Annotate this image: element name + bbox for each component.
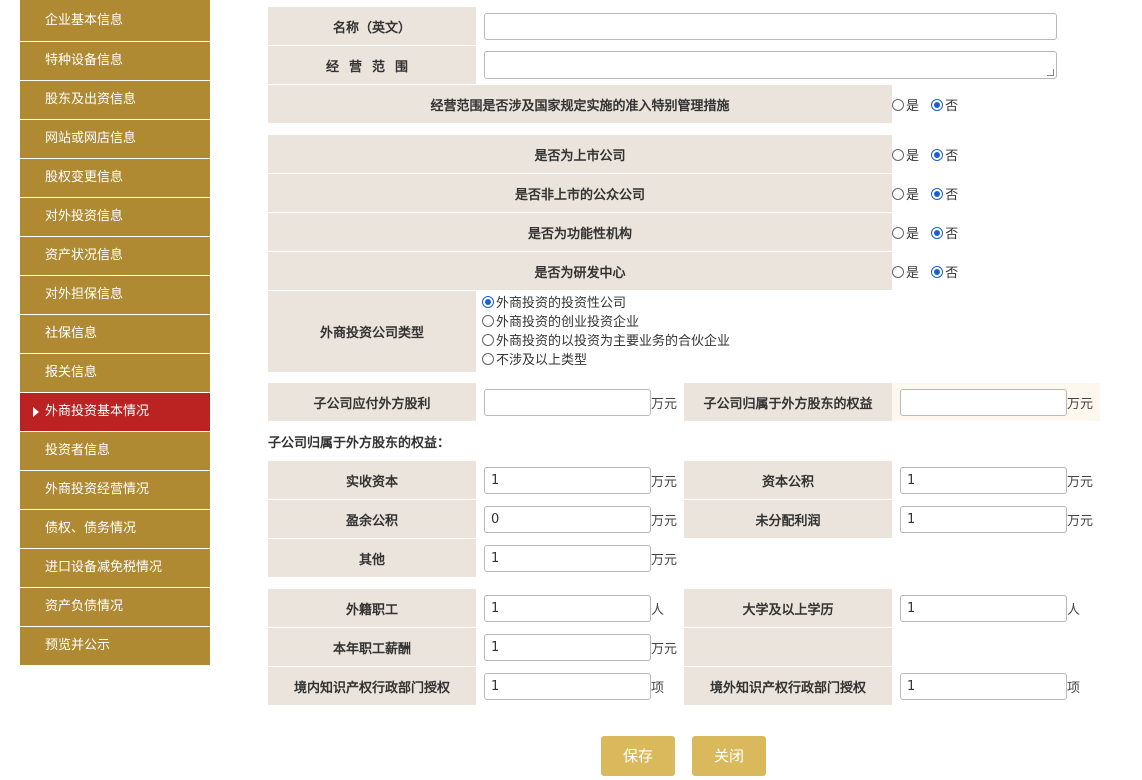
sidebar-item-label: 网站或网店信息 <box>45 131 137 146</box>
sidebar-item-label: 外商投资经营情况 <box>45 482 150 497</box>
salary-label: 本年职工薪酬 <box>268 627 476 667</box>
company-type-label: 外商投资公司类型 <box>268 290 476 373</box>
sidebar-item[interactable]: 报关信息 <box>20 354 210 392</box>
sidebar-item-label: 进口设备减免税情况 <box>45 560 163 575</box>
radio-option-selected[interactable] <box>482 295 494 308</box>
salary-input[interactable] <box>484 633 651 661</box>
surplus-reserve-input[interactable] <box>484 505 651 533</box>
radio-no-selected[interactable] <box>931 226 944 239</box>
sidebar-item[interactable]: 网站或网店信息 <box>20 120 210 158</box>
scope-label: 经营范围 <box>268 45 476 85</box>
listed-radio-group[interactable]: 是 否 <box>892 134 1101 174</box>
public-non-listed-label: 是否非上市的公众公司 <box>268 173 893 213</box>
sidebar-item[interactable]: 外商投资经营情况 <box>20 471 210 509</box>
other-input[interactable] <box>484 544 651 572</box>
foreign-staff-label: 外籍职工 <box>268 588 476 628</box>
sidebar-item-label: 股权变更信息 <box>45 170 124 185</box>
radio-no-selected[interactable] <box>931 98 944 111</box>
sidebar-item-label: 资产负债情况 <box>45 599 124 614</box>
sidebar-item-label: 企业基本信息 <box>45 13 124 28</box>
rnd-center-radio-group[interactable]: 是 否 <box>892 251 1101 291</box>
radio-no-selected[interactable] <box>931 265 944 278</box>
sidebar-item[interactable]: 资产状况信息 <box>20 237 210 275</box>
sub-dividend-label: 子公司应付外方股利 <box>268 382 476 422</box>
sidebar-item[interactable]: 对外担保信息 <box>20 276 210 314</box>
capital-reserve-label: 资本公积 <box>684 460 892 500</box>
radio-yes[interactable] <box>892 187 905 200</box>
paid-capital-label: 实收资本 <box>268 460 476 500</box>
listed-label: 是否为上市公司 <box>268 134 893 174</box>
radio-yes[interactable] <box>892 226 905 239</box>
foreign-staff-input[interactable] <box>484 594 651 622</box>
sidebar-item-label: 资产状况信息 <box>45 248 124 263</box>
sub-equity-label: 子公司归属于外方股东的权益 <box>684 382 892 422</box>
sidebar-nav: 企业基本信息 特种设备信息 股东及出资信息 网站或网店信息 股权变更信息 对外投资信息 资产… <box>20 0 210 666</box>
sidebar-item-label: 投资者信息 <box>45 443 111 458</box>
company-status-table: 是否为上市公司 是 否 是否非上市的公众公司 是 否 是否为功能性机构 是 否 … <box>268 134 1101 373</box>
resize-handle-icon[interactable] <box>1047 69 1054 76</box>
ip-foreign-label: 境外知识产权行政部门授权 <box>684 666 892 706</box>
radio-yes[interactable] <box>892 265 905 278</box>
surplus-reserve-label: 盈余公积 <box>268 499 476 539</box>
sidebar-item-label: 预览并公示 <box>45 638 111 653</box>
subsidiary-equity-table: 子公司应付外方股利 万元 子公司归属于外方股东的权益 万元 子公司归属于外方股东… <box>268 382 1100 578</box>
save-button[interactable]: 保存 <box>601 736 675 776</box>
college-staff-input[interactable] <box>900 594 1067 622</box>
basic-info-table: 名称（英文） 经营范围 经营范围是否涉及国家规定实施的准入特别管理措施 是 否 <box>268 6 1101 124</box>
special-measures-radio-group[interactable]: 是 否 <box>892 84 1101 124</box>
name-en-label: 名称（英文） <box>268 6 476 46</box>
radio-yes[interactable] <box>892 148 905 161</box>
sidebar-item[interactable]: 预览并公示 <box>20 627 210 665</box>
public-non-listed-radio-group[interactable]: 是 否 <box>892 173 1101 213</box>
sidebar-item[interactable]: 社保信息 <box>20 315 210 353</box>
sub-dividend-input[interactable] <box>484 388 651 416</box>
sub-equity-input[interactable] <box>900 388 1067 416</box>
sidebar-item-label: 对外担保信息 <box>45 287 124 302</box>
ip-domestic-label: 境内知识产权行政部门授权 <box>268 666 476 706</box>
functional-radio-group[interactable]: 是 否 <box>892 212 1101 252</box>
functional-label: 是否为功能性机构 <box>268 212 893 252</box>
radio-option[interactable] <box>482 314 494 327</box>
sidebar-item-label: 报关信息 <box>45 365 98 380</box>
sidebar-item-label: 特种设备信息 <box>45 53 124 68</box>
caret-right-icon <box>33 407 39 417</box>
rnd-center-label: 是否为研发中心 <box>268 251 893 291</box>
radio-no-selected[interactable] <box>931 187 944 200</box>
special-measures-label: 经营范围是否涉及国家规定实施的准入特别管理措施 <box>268 84 892 124</box>
sidebar-item-label: 外商投资基本情况 <box>45 404 150 419</box>
sidebar-item[interactable]: 进口设备减免税情况 <box>20 549 210 587</box>
ip-domestic-input[interactable] <box>484 672 651 700</box>
close-button[interactable]: 关闭 <box>692 736 766 776</box>
ip-foreign-input[interactable] <box>900 672 1067 700</box>
sidebar-item-label: 股东及出资信息 <box>45 92 137 107</box>
sidebar-item[interactable]: 资产负债情况 <box>20 588 210 626</box>
sidebar-item[interactable]: 对外投资信息 <box>20 198 210 236</box>
sidebar-item-label: 社保信息 <box>45 326 98 341</box>
staff-ip-table: 外籍职工 人 大学及以上学历 人 本年职工薪酬 万元 境内知识产权行政部门授权 … <box>268 588 1100 706</box>
other-label: 其他 <box>268 538 476 578</box>
radio-yes[interactable] <box>892 98 904 111</box>
sub-equity-heading: 子公司归属于外方股东的权益： <box>268 421 1100 461</box>
name-en-input[interactable] <box>484 12 1057 40</box>
college-staff-label: 大学及以上学历 <box>684 588 892 628</box>
undistributed-profit-label: 未分配利润 <box>684 499 892 539</box>
radio-no-selected[interactable] <box>931 148 944 161</box>
sidebar-item-label: 对外投资信息 <box>45 209 124 224</box>
sidebar-item[interactable]: 投资者信息 <box>20 432 210 470</box>
sidebar-item[interactable]: 特种设备信息 <box>20 42 210 80</box>
company-type-radio-group[interactable]: 外商投资的投资性公司 外商投资的创业投资企业 外商投资的以投资为主要业务的合伙企… <box>476 290 1101 373</box>
radio-option[interactable] <box>482 352 494 365</box>
sidebar-item[interactable]: 股权变更信息 <box>20 159 210 197</box>
undistributed-profit-input[interactable] <box>900 505 1067 533</box>
sidebar-item[interactable]: 外商投资基本情况 <box>20 393 210 431</box>
capital-reserve-input[interactable] <box>900 466 1067 494</box>
radio-option[interactable] <box>482 333 494 346</box>
scope-textarea[interactable] <box>484 51 1057 79</box>
paid-capital-input[interactable] <box>484 466 651 494</box>
sidebar-item[interactable]: 债权、债务情况 <box>20 510 210 548</box>
sidebar-item[interactable]: 股东及出资信息 <box>20 81 210 119</box>
sidebar-item[interactable]: 企业基本信息 <box>20 0 210 41</box>
sidebar-item-label: 债权、债务情况 <box>45 521 137 536</box>
